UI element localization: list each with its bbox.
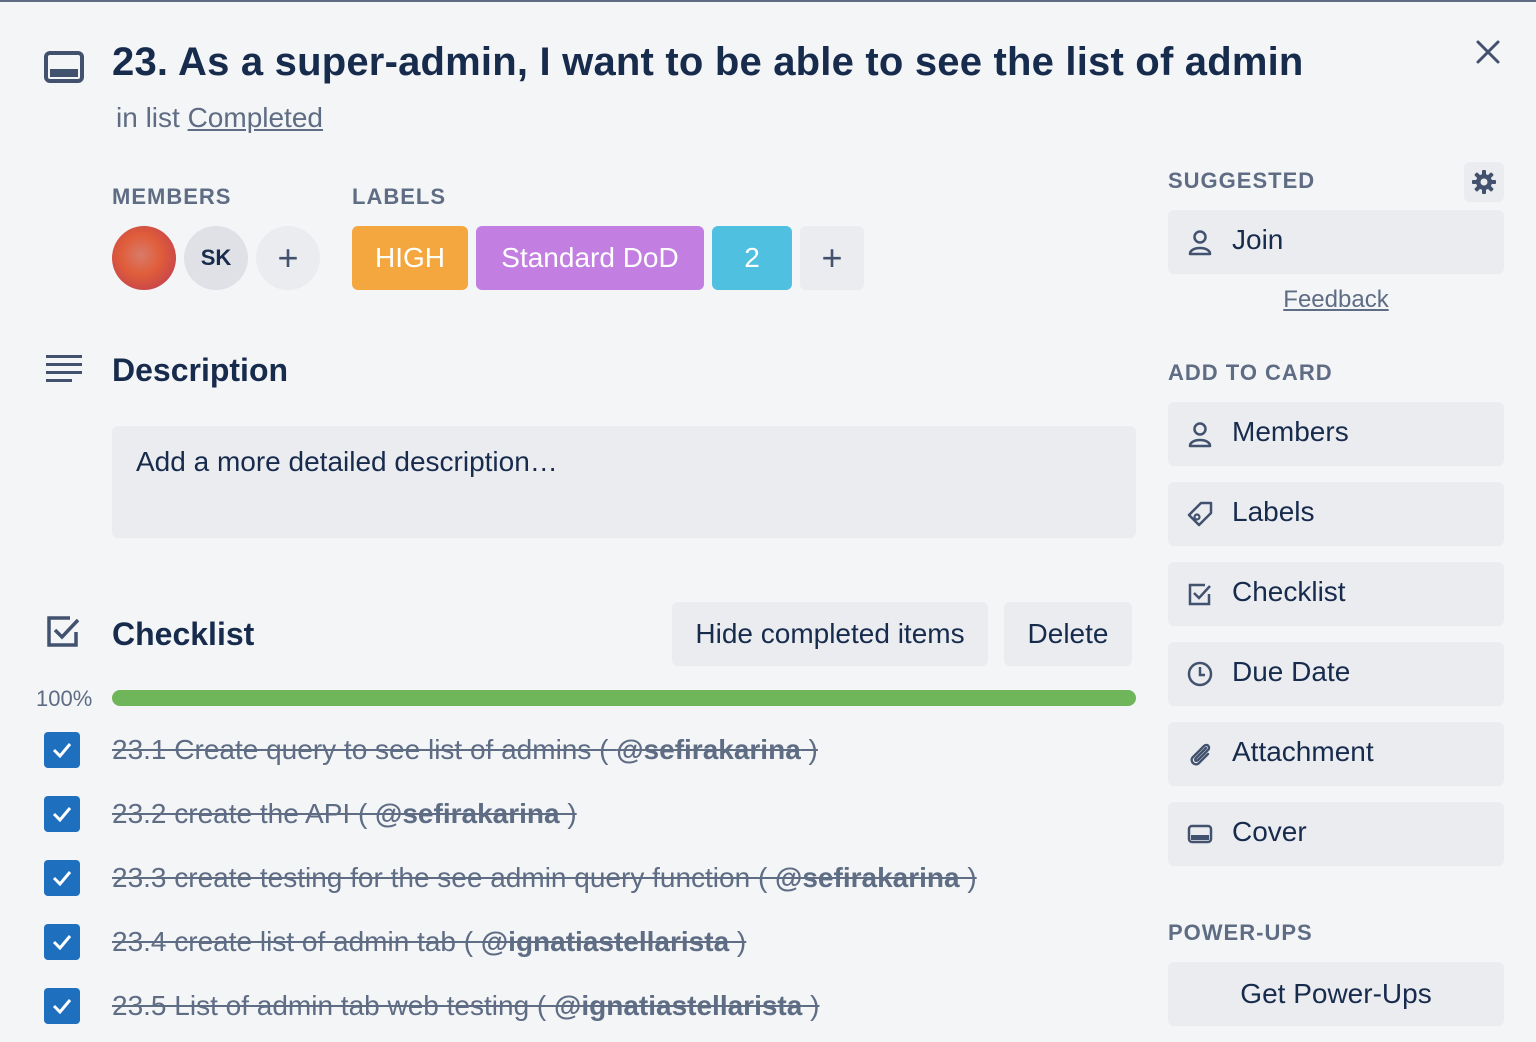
- in-list-prefix: in list: [116, 102, 180, 133]
- description-placeholder: Add a more detailed description…: [136, 446, 558, 477]
- label-standard-dod[interactable]: Standard DoD: [476, 226, 704, 290]
- avatar-member-sk[interactable]: SK: [184, 226, 248, 290]
- label-2[interactable]: 2: [712, 226, 792, 290]
- checkbox-item-4[interactable]: [44, 924, 80, 960]
- delete-checklist-button[interactable]: Delete: [1004, 602, 1132, 666]
- hide-completed-button[interactable]: Hide completed items: [672, 602, 988, 666]
- item-text: 23.2 create the API (: [112, 798, 376, 829]
- card-title[interactable]: 23. As a super-admin, I want to be able …: [112, 40, 1304, 85]
- add-to-card-heading: ADD TO CARD: [1168, 360, 1333, 385]
- add-due-date-button[interactable]: Due Date: [1168, 642, 1504, 706]
- checklist-heading: Checklist: [112, 616, 255, 652]
- person-icon: [1188, 422, 1212, 448]
- person-icon: [1188, 230, 1212, 256]
- members-label: Members: [1232, 416, 1349, 447]
- paperclip-icon: [1190, 743, 1211, 766]
- cover-icon: [1187, 824, 1213, 844]
- join-button[interactable]: Join: [1168, 210, 1504, 274]
- power-ups-heading: POWER-UPS: [1168, 920, 1313, 945]
- item-mention[interactable]: @ignatiastellarista: [481, 926, 729, 957]
- checklist-item-4[interactable]: 23.4 create list of admin tab ( @ignatia…: [112, 926, 746, 958]
- list-breadcrumb: in list Completed: [116, 102, 323, 134]
- add-label-button[interactable]: +: [800, 226, 864, 290]
- checkbox-item-3[interactable]: [44, 860, 80, 896]
- item-suffix: ): [800, 734, 818, 765]
- description-heading: Description: [112, 352, 289, 388]
- feedback-link[interactable]: Feedback: [1168, 286, 1504, 314]
- checkbox-item-2[interactable]: [44, 796, 80, 832]
- progress-bar: [112, 690, 1136, 706]
- close-icon: [1476, 40, 1500, 64]
- check-icon: [52, 807, 72, 822]
- add-attachment-button[interactable]: Attachment: [1168, 722, 1504, 786]
- check-icon: [52, 743, 72, 758]
- labels-heading: LABELS: [352, 184, 446, 209]
- description-input[interactable]: [112, 426, 1136, 538]
- add-member-button[interactable]: +: [256, 226, 320, 290]
- checklist-item-5[interactable]: 23.5 List of admin tab web testing ( @ig…: [112, 990, 819, 1022]
- item-suffix: ): [729, 926, 747, 957]
- suggested-settings-button[interactable]: [1464, 162, 1504, 202]
- checkbox-item-5[interactable]: [44, 988, 80, 1024]
- members-heading: MEMBERS: [112, 184, 232, 209]
- window-top-border: [0, 0, 1536, 2]
- checklist-icon: [46, 614, 82, 650]
- add-cover-button[interactable]: Cover: [1168, 802, 1504, 866]
- check-icon: [52, 871, 72, 886]
- item-text: 23.3 create testing for the see admin qu…: [112, 862, 776, 893]
- item-mention[interactable]: @sefirakarina: [616, 734, 801, 765]
- item-suffix: ): [959, 862, 977, 893]
- suggested-heading: SUGGESTED: [1168, 168, 1316, 193]
- checkbox-item-1[interactable]: [44, 732, 80, 768]
- item-text: 23.5 List of admin tab web testing (: [112, 990, 555, 1021]
- checklist-item-3[interactable]: 23.3 create testing for the see admin qu…: [112, 862, 977, 894]
- join-label: Join: [1232, 224, 1284, 255]
- check-icon: [52, 999, 72, 1014]
- item-mention[interactable]: @sefirakarina: [775, 862, 960, 893]
- add-checklist-button[interactable]: Checklist: [1168, 562, 1504, 626]
- checklist-icon: [1188, 583, 1211, 606]
- close-button[interactable]: [1470, 34, 1506, 70]
- progress-percentage: 100%: [36, 686, 93, 711]
- avatar-member-1[interactable]: [112, 226, 176, 290]
- get-power-ups-button[interactable]: Get Power-Ups: [1168, 962, 1504, 1026]
- item-text: 23.4 create list of admin tab (: [112, 926, 481, 957]
- item-suffix: ): [802, 990, 820, 1021]
- list-link[interactable]: Completed: [188, 102, 323, 133]
- due-date-label: Due Date: [1232, 656, 1351, 687]
- checklist-item-1[interactable]: 23.1 Create query to see list of admins …: [112, 734, 818, 766]
- attachment-label: Attachment: [1232, 736, 1374, 767]
- add-members-button[interactable]: Members: [1168, 402, 1504, 466]
- clock-icon: [1187, 661, 1213, 687]
- card-icon: [44, 50, 84, 84]
- item-mention[interactable]: @sefirakarina: [375, 798, 560, 829]
- checklist-item-2[interactable]: 23.2 create the API ( @sefirakarina ): [112, 798, 577, 830]
- labels-label: Labels: [1232, 496, 1315, 527]
- tag-icon: [1187, 501, 1213, 527]
- description-icon: [46, 354, 82, 384]
- item-text: 23.1 Create query to see list of admins …: [112, 734, 617, 765]
- check-icon: [52, 935, 72, 950]
- add-labels-button[interactable]: Labels: [1168, 482, 1504, 546]
- progress-bar-fill: [112, 690, 1136, 706]
- item-mention[interactable]: @ignatiastellarista: [554, 990, 802, 1021]
- cover-label: Cover: [1232, 816, 1307, 847]
- checklist-label: Checklist: [1232, 576, 1346, 607]
- gear-icon: [1472, 170, 1496, 194]
- label-high[interactable]: HIGH: [352, 226, 468, 290]
- item-suffix: ): [559, 798, 577, 829]
